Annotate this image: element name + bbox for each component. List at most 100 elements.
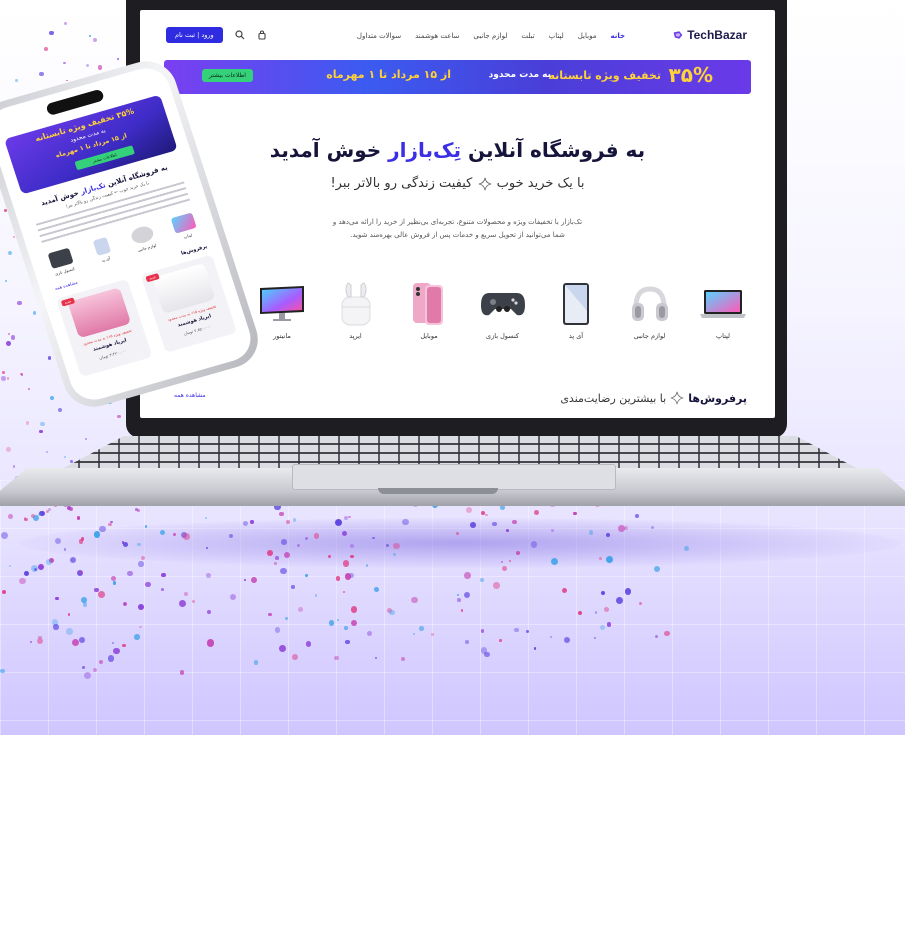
- nav-link-accessories[interactable]: لوازم جانبی: [473, 32, 507, 40]
- bestsellers-title: پرفروش‌ها: [688, 391, 747, 405]
- decorative-dot: [79, 636, 86, 643]
- decorative-dot: [0, 668, 5, 674]
- decorative-dot: [140, 555, 145, 560]
- decorative-dot: [455, 531, 460, 536]
- phone-icon: [413, 283, 443, 325]
- decorative-dot: [4, 280, 7, 283]
- nav-link-mobile[interactable]: موبایل: [578, 32, 597, 40]
- phone-view-all-link[interactable]: مشاهده همه: [54, 281, 78, 292]
- banner-more-info-button[interactable]: اطلاعات بیشتر: [202, 69, 253, 82]
- category-label: آی پد: [568, 332, 584, 340]
- decorative-dot: [83, 671, 91, 679]
- view-all-link[interactable]: مشاهده همه: [174, 392, 206, 399]
- phone-category-label: لپتاپ: [182, 232, 193, 240]
- decorative-dot: [45, 451, 48, 454]
- decorative-dot: [93, 530, 101, 538]
- decorative-dot: [5, 341, 11, 347]
- login-register-button[interactable]: ورود | ثبت نام: [166, 27, 223, 43]
- decorative-dot: [600, 590, 606, 595]
- decorative-dot: [8, 513, 13, 519]
- nav-link-faq[interactable]: سوالات متداول: [357, 32, 401, 40]
- category-item-accessories[interactable]: لوازم جانبی: [620, 282, 680, 340]
- nav-links: خانه موبایل لپتاپ تبلت لوازم جانبی ساعت …: [357, 32, 625, 40]
- decorative-dot: [92, 667, 98, 672]
- decorative-dot: [389, 609, 395, 616]
- decorative-dot: [328, 619, 335, 626]
- decorative-dot: [76, 516, 81, 520]
- decorative-dot: [97, 591, 105, 599]
- category-item-monitor[interactable]: مانیتور: [252, 282, 312, 340]
- decorative-dot: [39, 429, 43, 434]
- headphones-icon: [129, 224, 156, 246]
- decorative-dot: [98, 659, 103, 664]
- decorative-dot: [97, 64, 103, 70]
- decorative-dot: [54, 538, 61, 545]
- decorative-dot: [117, 414, 121, 418]
- decorative-dot: [138, 603, 144, 610]
- decorative-dot: [63, 22, 68, 26]
- decorative-dot: [33, 311, 37, 315]
- phone-category-item[interactable]: کنسول بازی: [42, 246, 82, 278]
- decorative-dot: [113, 647, 120, 654]
- decorative-dot: [29, 640, 32, 643]
- decorative-dot: [207, 639, 215, 647]
- decorative-dot: [333, 655, 339, 661]
- category-item-mobile[interactable]: موبایل: [399, 282, 459, 340]
- decorative-dot: [85, 63, 89, 67]
- decorative-dot: [39, 71, 44, 77]
- laptop-icon: [700, 290, 746, 318]
- decorative-dot: [122, 643, 126, 648]
- phone-product-card[interactable]: جدید تخفیف ویژه ۱۵٪ به مدت محدود ایرپاد …: [140, 254, 238, 353]
- decorative-dot: [182, 533, 190, 540]
- gamepad-icon: [47, 247, 74, 269]
- search-icon[interactable]: [235, 30, 245, 40]
- hero-subtitle: با یک خرید خوب کیفیت زندگی رو بالاتر ببر…: [140, 176, 775, 191]
- phone-product-card[interactable]: جدید تخفیف ویژه ۱۵٪ به مدت محدود ایرپاد …: [56, 278, 153, 378]
- category-item-laptop[interactable]: لپتاپ: [693, 282, 753, 340]
- decorative-dot: [606, 555, 614, 563]
- category-item-console[interactable]: کنسول بازی: [473, 282, 533, 340]
- cart-icon[interactable]: [257, 30, 267, 40]
- nav-link-tablet[interactable]: تبلت: [521, 32, 534, 40]
- phone-category-item[interactable]: لوازم جانبی: [124, 222, 164, 254]
- banner-percent: ۳۵%: [668, 63, 713, 87]
- decorative-dot: [350, 620, 357, 626]
- decorative-dot: [334, 519, 342, 527]
- decorative-dot: [110, 520, 113, 523]
- summer-discount-banner[interactable]: ۳۵% تخفیف ویژه تابستانه به مدت محدود از …: [164, 60, 751, 94]
- decorative-dot: [305, 573, 309, 577]
- hero-description-line: شما می‌توانید از تحویل سریع و خدمات پس ا…: [350, 231, 565, 239]
- decorative-dot: [7, 332, 11, 335]
- decorative-dot: [66, 79, 68, 82]
- decorative-dot: [457, 598, 461, 602]
- decorative-dot: [280, 567, 287, 575]
- phone-category-item[interactable]: لپتاپ: [165, 211, 205, 243]
- hero-title: به فروشگاه آنلاین تِک‌بازار خوش آمدید: [140, 138, 775, 162]
- decorative-dot: [40, 421, 45, 426]
- ipad-icon: [563, 283, 589, 325]
- decorative-dot: [275, 555, 279, 560]
- decorative-dot: [117, 58, 119, 60]
- decorative-dot: [23, 517, 26, 520]
- decorative-dot: [268, 612, 272, 616]
- category-item-airpods[interactable]: ایرپد: [326, 282, 386, 340]
- decorative-dot: [173, 532, 177, 536]
- phone-category-item[interactable]: آی پد: [83, 234, 123, 266]
- decorative-dot: [484, 651, 490, 657]
- decorative-dot: [53, 624, 59, 630]
- category-item-ipad[interactable]: آی پد: [546, 282, 606, 340]
- decorative-dot: [375, 656, 378, 659]
- decorative-dot: [499, 639, 502, 642]
- decorative-dot: [344, 626, 348, 630]
- decorative-dot: [24, 570, 30, 576]
- decorative-dot: [15, 78, 19, 82]
- nav-link-home[interactable]: خانه: [610, 32, 625, 40]
- decorative-dot: [80, 537, 84, 541]
- decorative-dot: [183, 592, 188, 597]
- decorative-dot: [411, 596, 418, 603]
- nav-link-laptop[interactable]: لپتاپ: [549, 32, 564, 40]
- decorative-dot: [111, 575, 117, 581]
- nav-link-smartwatch[interactable]: ساعت هوشمند: [415, 32, 459, 40]
- brand-logo[interactable]: TechBazar: [673, 28, 747, 42]
- decorative-dot: [501, 565, 507, 571]
